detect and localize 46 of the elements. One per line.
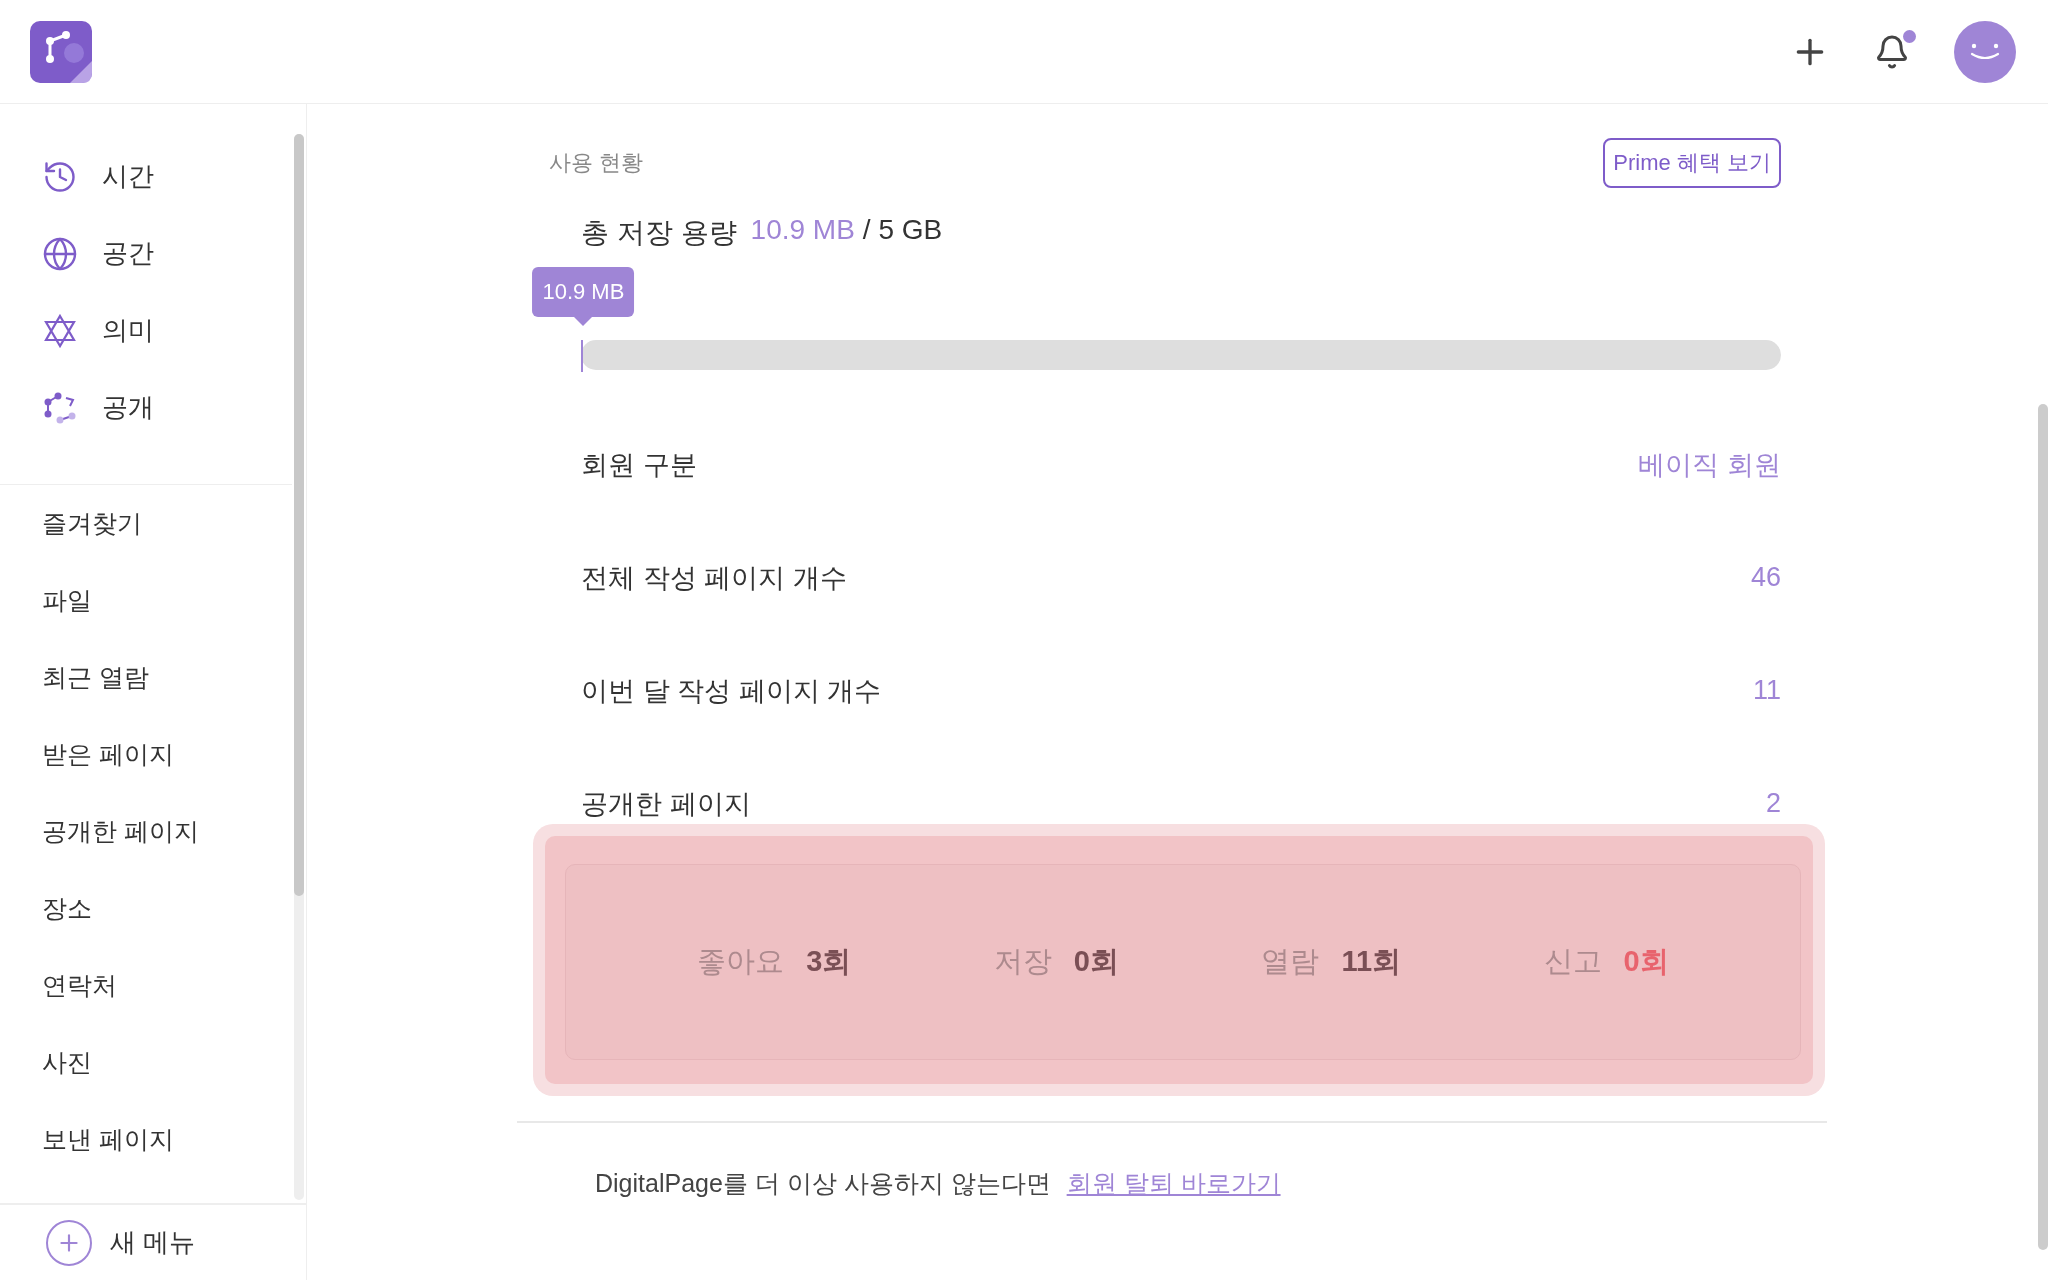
- menu-item[interactable]: 파일: [0, 562, 306, 639]
- stat-label: 신고: [1543, 944, 1602, 979]
- stat-value: 0회: [1623, 944, 1669, 979]
- menu-item[interactable]: 사진: [0, 1024, 306, 1101]
- menu-item[interactable]: 즐겨찾기: [0, 485, 306, 562]
- app-logo[interactable]: [30, 20, 92, 83]
- row-value: 2: [1765, 788, 1781, 819]
- plus-icon: [46, 1219, 92, 1266]
- row-label: 회원 구분: [581, 448, 697, 482]
- row-value: 46: [1750, 562, 1781, 593]
- menu-item[interactable]: 연락처: [0, 947, 306, 1024]
- stat-label: 열람: [1261, 944, 1320, 979]
- row-label: 이번 달 작성 페이지 개수: [581, 674, 881, 708]
- globe-icon: [42, 235, 78, 272]
- notification-button[interactable]: [1874, 33, 1910, 70]
- stat-label: 저장: [993, 944, 1052, 979]
- storage-tooltip: 10.9 MB: [532, 267, 635, 317]
- row-value: 베이직 회원: [1638, 448, 1781, 482]
- storage-used: 10.9 MB: [750, 214, 855, 247]
- stat-label: 좋아요: [697, 944, 785, 979]
- tooltip-pointer-icon: [574, 317, 593, 326]
- menu-item[interactable]: 장소: [0, 870, 306, 947]
- stat-value: 3회: [806, 944, 852, 979]
- row-label: 공개한 페이지: [581, 787, 751, 821]
- stat-value: 0회: [1073, 944, 1119, 979]
- storage-total: / 5 GB: [862, 214, 943, 247]
- smiley-icon: [1968, 41, 2002, 62]
- nav-item[interactable]: 의미: [42, 292, 292, 369]
- row-value: 11: [1752, 675, 1781, 706]
- menu-item[interactable]: 받은 페이지: [0, 716, 306, 793]
- menu-item[interactable]: 공개한 페이지: [0, 793, 306, 870]
- footer-text: DigitalPage를 더 이상 사용하지 않는다면: [595, 1168, 1051, 1199]
- storage-label: 총 저장 용량: [581, 216, 737, 250]
- stat-value: 11회: [1341, 944, 1402, 979]
- nav-item[interactable]: 공개: [42, 369, 292, 446]
- row-label: 전체 작성 페이지 개수: [581, 561, 847, 595]
- nav-item[interactable]: 공간: [42, 215, 292, 292]
- menu-item[interactable]: 최근 열람: [0, 639, 306, 716]
- menu-item[interactable]: 보낸 페이지: [0, 1101, 306, 1178]
- nav-item[interactable]: 시간: [42, 138, 292, 215]
- hexagram-icon: [42, 312, 78, 349]
- new-menu-button[interactable]: 새 메뉴: [46, 1219, 196, 1266]
- scrollbar-thumb[interactable]: [294, 134, 304, 896]
- section-title: 사용 현황: [549, 149, 644, 177]
- scrollbar-thumb[interactable]: [2038, 404, 2048, 1250]
- prime-benefits-button[interactable]: Prime 혜택 보기: [1603, 138, 1781, 188]
